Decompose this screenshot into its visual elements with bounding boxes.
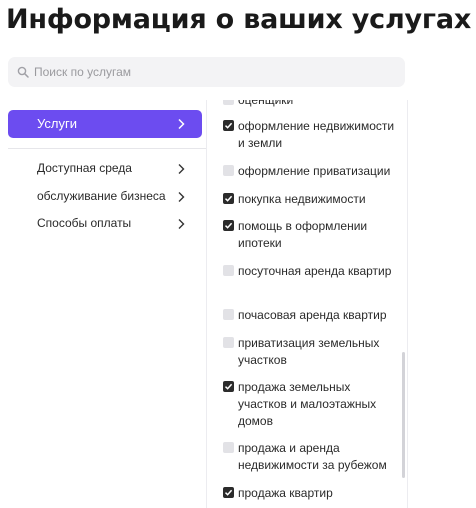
checkbox-label: почасовая аренда квартир bbox=[238, 308, 387, 322]
checkbox[interactable] bbox=[223, 337, 234, 348]
nav-item-label: Доступная среда bbox=[37, 161, 132, 175]
nav-item-payment-methods[interactable]: Способы оплаты bbox=[8, 213, 202, 235]
checkmark-icon bbox=[224, 122, 233, 129]
nav-item-label: Услуги bbox=[37, 116, 77, 131]
search-icon bbox=[17, 66, 29, 78]
nav-item-accessible-environment[interactable]: Доступная среда bbox=[8, 158, 202, 180]
checkbox[interactable] bbox=[223, 100, 234, 105]
nav-item-business-service[interactable]: обслуживание бизнеса bbox=[8, 186, 202, 208]
nav-divider bbox=[8, 148, 206, 149]
search-input[interactable] bbox=[34, 57, 394, 87]
checkmark-icon bbox=[224, 489, 233, 496]
category-nav: Услуги Доступная среда обслуживание бизн… bbox=[0, 100, 206, 508]
checkmark-icon bbox=[224, 195, 233, 202]
checkbox-label: оценщики bbox=[238, 100, 294, 107]
checkbox-label: продажа квартир bbox=[238, 486, 333, 500]
checkbox-label: помощь в оформлении ипотеки bbox=[238, 219, 368, 250]
checkmark-icon bbox=[224, 383, 233, 390]
checkbox[interactable] bbox=[223, 220, 234, 231]
checkbox[interactable] bbox=[223, 381, 234, 392]
checkbox-label: приватизация земельных участков bbox=[238, 336, 380, 367]
checkbox[interactable] bbox=[223, 265, 234, 276]
search-box[interactable] bbox=[8, 57, 405, 87]
checkbox-label: покупка недвижимости bbox=[238, 192, 366, 206]
scrollbar[interactable] bbox=[402, 352, 405, 478]
column-divider bbox=[407, 100, 408, 508]
nav-item-label: обслуживание бизнеса bbox=[37, 189, 166, 203]
checkbox-label: продажа и аренда недвижимости за рубежом bbox=[238, 441, 387, 472]
chevron-right-icon bbox=[178, 219, 185, 229]
page-title: Информация о ваших услугах bbox=[6, 4, 472, 35]
checkmark-icon bbox=[224, 222, 233, 229]
checkbox[interactable] bbox=[223, 309, 234, 320]
checkbox[interactable] bbox=[223, 487, 234, 498]
checkbox-label: продажа земельных участков и малоэтажных… bbox=[238, 380, 377, 428]
nav-item-label: Способы оплаты bbox=[37, 216, 132, 230]
checkbox[interactable] bbox=[223, 165, 234, 176]
checkbox[interactable] bbox=[223, 442, 234, 453]
chevron-right-icon bbox=[178, 118, 185, 130]
checkbox-label: оформление недвижимости и земли bbox=[238, 119, 395, 150]
checkbox[interactable] bbox=[223, 120, 234, 131]
chevron-right-icon bbox=[178, 192, 185, 202]
nav-item-services[interactable]: Услуги bbox=[8, 110, 202, 138]
checkbox-label: оформление приватизации bbox=[238, 164, 391, 178]
chevron-right-icon bbox=[178, 164, 185, 174]
services-checklist: оценщики оформление недвижимости и земли… bbox=[207, 100, 407, 508]
checkbox[interactable] bbox=[223, 193, 234, 204]
checkbox-label: посуточная аренда квартир bbox=[238, 264, 392, 278]
